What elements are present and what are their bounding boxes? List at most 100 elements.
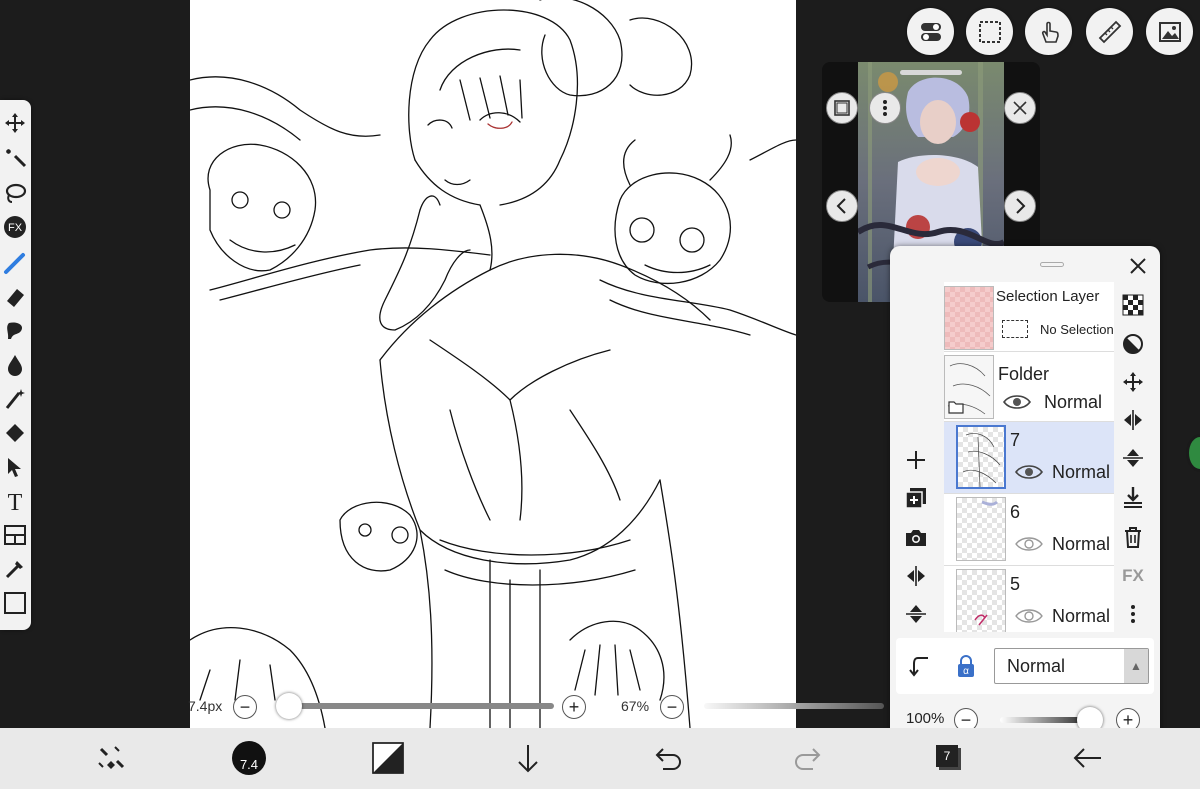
ruler-button[interactable] (1086, 8, 1133, 55)
layer-fx-button[interactable]: FX (1118, 561, 1148, 591)
selection-button[interactable] (966, 8, 1013, 55)
merge-down-button[interactable] (1118, 482, 1148, 512)
flip-vertical-button[interactable] (901, 599, 931, 629)
clipping-button[interactable] (908, 654, 932, 678)
fill-tool[interactable] (2, 420, 28, 446)
color-button[interactable] (368, 738, 408, 778)
move-icon (5, 113, 25, 133)
redo-button[interactable] (788, 738, 828, 778)
touch-button[interactable] (1025, 8, 1072, 55)
text-tool[interactable]: T (2, 488, 28, 514)
layer-move-button[interactable] (1118, 367, 1148, 397)
layer-row-5[interactable]: 5 Normal (944, 566, 1114, 632)
reference-menu-button[interactable] (869, 92, 901, 124)
half-circle-icon (1123, 334, 1143, 354)
layer-blend-mode: Normal (1052, 534, 1111, 554)
flip-horizontal-button[interactable] (901, 561, 931, 591)
delete-layer-button[interactable] (1118, 522, 1148, 552)
material-icon (1158, 21, 1181, 42)
brush-opacity-value: 67% (621, 698, 650, 714)
magic-wand-icon (5, 148, 27, 168)
checkerboard-icon (1122, 294, 1144, 316)
clip-arrow-icon (909, 657, 928, 677)
reference-prev-button[interactable] (826, 190, 858, 222)
panel-drag-handle[interactable] (1040, 262, 1064, 267)
import-photo-button[interactable] (901, 523, 931, 553)
alpha-lock-button[interactable]: α (954, 654, 978, 678)
eye-icon[interactable] (1014, 462, 1044, 482)
blend-mode-select[interactable]: Normal ▲ (994, 648, 1149, 684)
brush-opacity-slider[interactable] (704, 703, 884, 709)
toggle-button[interactable] (907, 8, 954, 55)
brush-size-decrease-button[interactable]: − (233, 695, 257, 719)
layer-thumbnail (944, 355, 994, 419)
canvas-tool[interactable] (2, 590, 28, 616)
brush-opacity-decrease-button[interactable]: − (660, 695, 684, 719)
reference-close-button[interactable] (1004, 92, 1036, 124)
layer-list[interactable]: Selection Layer No Selection Folder Norm… (944, 282, 1114, 632)
layer-more-button[interactable] (1118, 599, 1148, 629)
brush-size-increase-button[interactable]: + (562, 695, 586, 719)
alpha-lock-icon: α (958, 655, 974, 677)
layer-flip-h-button[interactable] (1118, 405, 1148, 435)
checker-button[interactable] (1118, 290, 1148, 320)
panel-close-button[interactable] (1126, 254, 1150, 278)
side-handle[interactable] (1186, 434, 1200, 472)
arrow-down-icon (518, 745, 538, 773)
smudge-tool[interactable] (2, 318, 28, 344)
smudge-icon (7, 322, 23, 339)
brush-tool[interactable] (2, 250, 28, 276)
magic-wand-tool[interactable] (2, 145, 28, 171)
flip-horizontal-icon (1124, 410, 1142, 430)
reference-next-button[interactable] (1004, 190, 1036, 222)
reference-drag-handle[interactable] (900, 70, 962, 75)
special-pen-tool[interactable] (2, 386, 28, 412)
layer-row-6[interactable]: 6 Normal (944, 494, 1114, 566)
toggle-icon (920, 22, 941, 41)
flip-horizontal-icon (907, 566, 925, 586)
eyedropper-tool[interactable] (2, 556, 28, 582)
move-icon (1123, 372, 1143, 392)
fx-tool[interactable]: FX (2, 214, 28, 240)
reference-frame-button[interactable] (826, 92, 858, 124)
swap-icon (98, 746, 125, 769)
more-vertical-icon (1131, 605, 1135, 623)
material-button[interactable] (1146, 8, 1193, 55)
brush-size-slider[interactable] (284, 703, 554, 709)
layer-flip-v-button[interactable] (1118, 443, 1148, 473)
brush-size-badge[interactable]: 7.4 (232, 741, 266, 775)
ruler-icon (1098, 20, 1121, 43)
frame-divider-tool[interactable] (2, 522, 28, 548)
eye-icon[interactable] (1014, 534, 1044, 554)
layer-row-folder[interactable]: Folder Normal (944, 352, 1114, 422)
lasso-tool[interactable] (2, 180, 28, 206)
dropdown-arrow-icon[interactable]: ▲ (1124, 649, 1148, 683)
layer-blend-mode: Normal (1052, 606, 1111, 626)
select-tool[interactable] (2, 454, 28, 480)
eye-icon[interactable] (1014, 606, 1044, 626)
flip-vertical-icon (1123, 449, 1143, 467)
eraser-tool[interactable] (2, 284, 28, 310)
drawing-canvas[interactable] (190, 0, 796, 728)
back-button[interactable] (1068, 738, 1108, 778)
swap-brush-eraser-button[interactable] (90, 738, 130, 778)
undo-button[interactable] (648, 738, 688, 778)
layers-button[interactable]: 7 (936, 745, 958, 767)
invert-button[interactable] (1118, 329, 1148, 359)
frame-square-icon (834, 100, 850, 116)
import-button[interactable] (508, 738, 548, 778)
layer-opacity-value: 100% (906, 710, 945, 727)
selection-layer-row[interactable]: Selection Layer No Selection (944, 282, 1114, 352)
brush-size-value: 7.4px (188, 698, 223, 714)
eye-icon[interactable] (1002, 392, 1032, 412)
lasso-icon (5, 183, 27, 203)
layer-row-7[interactable]: 7 Normal (944, 422, 1114, 494)
add-layer-button[interactable] (901, 445, 931, 475)
redo-icon (795, 748, 821, 770)
layer-thumbnail (944, 286, 994, 350)
layer-blend-mode: Normal (1052, 462, 1111, 482)
duplicate-layer-button[interactable] (901, 483, 931, 513)
move-tool[interactable] (2, 110, 28, 136)
blur-tool[interactable] (2, 352, 28, 378)
eyedropper-icon (5, 561, 23, 579)
